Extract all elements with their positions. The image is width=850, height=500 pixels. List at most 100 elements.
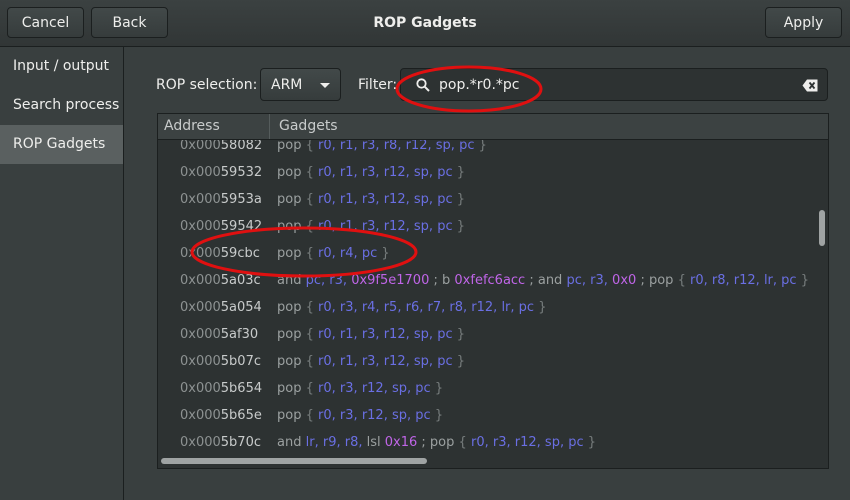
table-body: 0x00058082 pop { r0, r1, r3, r8, r12, sp,… — [158, 140, 812, 454]
gadget-token-reg: r3, — [361, 219, 380, 234]
gadget-token-kw: ; b — [433, 273, 451, 288]
rop-selection-value: ARM — [271, 77, 303, 93]
table-row[interactable]: 0x00059532 pop { r0, r1, r3, r12, sp, pc … — [158, 159, 812, 186]
gadget-token-reg: r8, — [449, 300, 468, 315]
gadget-token-reg: pc, — [305, 273, 326, 288]
table-row[interactable]: 0x0005b65e pop { r0, r3, r12, sp, pc } — [158, 402, 812, 429]
gadget-token-reg: r5, — [383, 300, 402, 315]
address-suffix: 59532 — [220, 165, 263, 180]
gadget-token-imm: 0xfefc6acc — [454, 273, 526, 288]
table-row[interactable]: 0x0005953a pop { r0, r1, r3, r12, sp, pc … — [158, 186, 812, 213]
rop-selection-dropdown[interactable]: ARM — [260, 68, 341, 101]
address-suffix: 5b65e — [220, 408, 262, 423]
gadget-token-br: } — [800, 273, 809, 288]
gadget-token-br: } — [434, 408, 444, 423]
gadget-token-reg: r12, — [383, 354, 410, 369]
gadget-cell: pop { r0, r1, r3, r12, sp, pc } — [277, 213, 465, 240]
sidebar-item-search-process[interactable]: Search process — [0, 86, 123, 125]
gadget-token-reg: sp, — [413, 165, 434, 180]
gadget-token-br: } — [434, 381, 444, 396]
gadget-token-reg: r8, — [344, 435, 363, 450]
table-row[interactable]: 0x0005b654 pop { r0, r3, r12, sp, pc } — [158, 375, 812, 402]
address-suffix: 5af30 — [220, 327, 259, 342]
table-row[interactable]: 0x0005af30 pop { r0, r1, r3, r12, sp, pc … — [158, 321, 812, 348]
address-cell: 0x0005b70c — [180, 429, 261, 454]
gadget-token-reg: r1, — [339, 192, 358, 207]
gadget-token-kw: ; and — [529, 273, 563, 288]
gadget-token-br: { — [305, 408, 314, 423]
gadget-token-reg: r0, — [318, 327, 336, 342]
address-cell: 0x0005af30 — [180, 321, 258, 348]
gadget-token-reg: pc — [437, 219, 453, 234]
gadget-token-reg: r3, — [339, 300, 358, 315]
gadget-token-reg: r3, — [361, 354, 380, 369]
gadget-token-reg: pc — [415, 381, 431, 396]
column-header-address[interactable]: Address — [164, 118, 220, 134]
clear-icon[interactable] — [802, 79, 818, 92]
gadget-token-reg: r3, — [361, 165, 380, 180]
vertical-scrollbar-thumb[interactable] — [819, 210, 825, 246]
gadget-token-br: } — [456, 219, 466, 234]
gadget-token-imm: 0x0 — [612, 273, 637, 288]
gadget-cell: pop { r0, r1, r3, r12, sp, pc } — [277, 186, 465, 213]
table-row[interactable]: 0x0005a054 pop { r0, r3, r4, r5, r6, r7, … — [158, 294, 812, 321]
gadget-token-reg: pc — [781, 273, 797, 288]
gadget-token-br: } — [587, 435, 597, 450]
horizontal-scrollbar[interactable] — [158, 454, 814, 467]
vertical-scrollbar[interactable] — [815, 140, 828, 454]
gadget-token-reg: r0, — [318, 300, 336, 315]
gadgets-table: Address Gadgets 0x00058082 pop { r0, r1, … — [157, 113, 829, 469]
table-row[interactable]: 0x00059542 pop { r0, r1, r3, r12, sp, pc … — [158, 213, 812, 240]
gadget-token-br: } — [456, 327, 466, 342]
address-prefix: 0x000 — [180, 381, 221, 396]
gadget-token-br: { — [677, 273, 686, 288]
apply-button[interactable]: Apply — [765, 7, 842, 38]
gadget-token-reg: sp, — [544, 435, 565, 450]
table-row[interactable]: 0x00059cbc pop { r0, r4, pc } — [158, 240, 812, 267]
gadget-token-br: } — [538, 300, 547, 315]
gadget-token-kw: lsl — [366, 435, 381, 450]
filter-label: Filter: — [358, 77, 398, 93]
sidebar-item-input-output[interactable]: Input / output — [0, 47, 123, 86]
table-row[interactable]: 0x0005b70c and lr, r9, r8, lsl 0x16 ; pop… — [158, 429, 812, 454]
filter-input[interactable]: pop.*r0.*pc — [400, 68, 828, 101]
gadget-token-kw: pop — [277, 381, 302, 396]
gadget-token-reg: pc, — [566, 273, 587, 288]
address-cell: 0x0005b65e — [180, 402, 262, 429]
address-suffix: 5b07c — [220, 354, 261, 369]
address-suffix: 59542 — [220, 219, 263, 234]
gadget-token-reg: lr, — [763, 273, 778, 288]
gadget-token-reg: sp, — [413, 354, 434, 369]
gadget-token-reg: pc — [437, 192, 453, 207]
gadget-token-reg: r0, — [318, 140, 336, 153]
gadget-token-kw: pop — [277, 140, 302, 153]
sidebar: Input / output Search process ROP Gadget… — [0, 47, 124, 500]
gadget-token-reg: sp, — [435, 140, 455, 153]
address-suffix: 59cbc — [220, 246, 260, 261]
gadget-cell: and lr, r9, r8, lsl 0x16 ; pop { r0, r3,… — [277, 429, 596, 454]
gadget-token-reg: r0, — [318, 192, 336, 207]
sidebar-item-rop-gadgets[interactable]: ROP Gadgets — [0, 125, 123, 164]
column-header-gadgets[interactable]: Gadgets — [279, 118, 338, 134]
address-prefix: 0x000 — [180, 408, 221, 423]
address-cell: 0x0005b654 — [180, 375, 262, 402]
gadget-token-br: { — [305, 246, 314, 261]
horizontal-scrollbar-thumb[interactable] — [161, 458, 427, 464]
gadget-token-reg: r12, — [471, 300, 498, 315]
gadget-token-kw: pop — [277, 192, 302, 207]
gadget-token-imm: 0x9f5e1700 — [351, 273, 430, 288]
gadget-token-reg: sp, — [413, 327, 434, 342]
table-row[interactable]: 0x0005b07c pop { r0, r1, r3, r12, sp, pc … — [158, 348, 812, 375]
address-prefix: 0x000 — [180, 192, 221, 207]
address-suffix: 5a054 — [220, 300, 262, 315]
table-row[interactable]: 0x0005a03c and pc, r3, 0x9f5e1700 ; b 0xf… — [158, 267, 812, 294]
gadget-token-reg: sp, — [391, 381, 412, 396]
address-prefix: 0x000 — [180, 273, 221, 288]
address-suffix: 5a03c — [220, 273, 261, 288]
table-row[interactable]: 0x00058082 pop { r0, r1, r3, r8, r12, sp,… — [158, 140, 812, 159]
address-cell: 0x00059532 — [180, 159, 262, 186]
gadget-cell: pop { r0, r3, r12, sp, pc } — [277, 375, 443, 402]
chevron-down-icon — [320, 83, 330, 88]
address-prefix: 0x000 — [180, 354, 221, 369]
gadget-token-br: { — [305, 381, 314, 396]
